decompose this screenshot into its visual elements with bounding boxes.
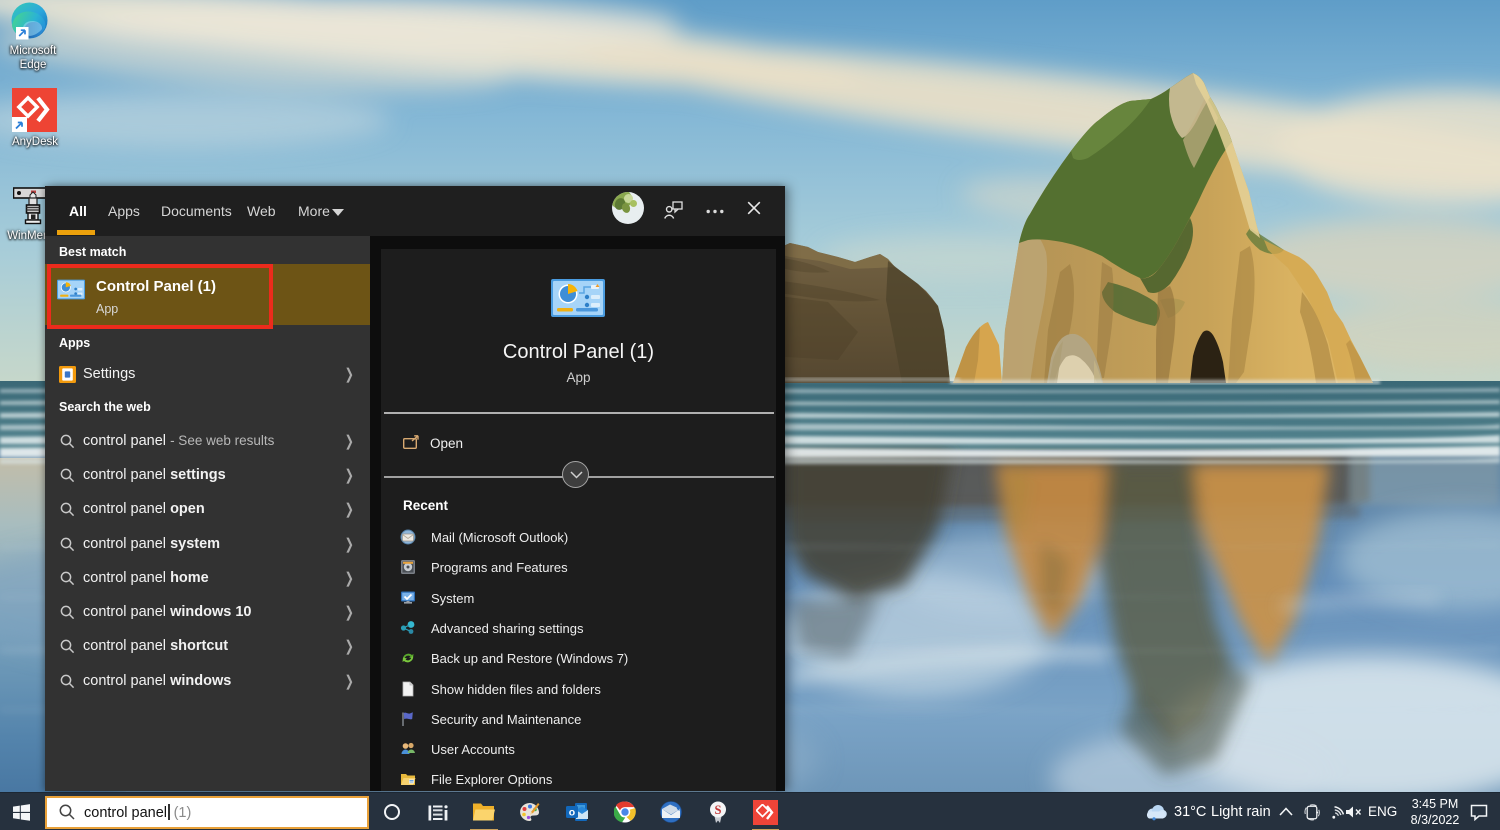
svg-text:S: S [715, 803, 722, 817]
svg-text:o: o [569, 807, 575, 819]
